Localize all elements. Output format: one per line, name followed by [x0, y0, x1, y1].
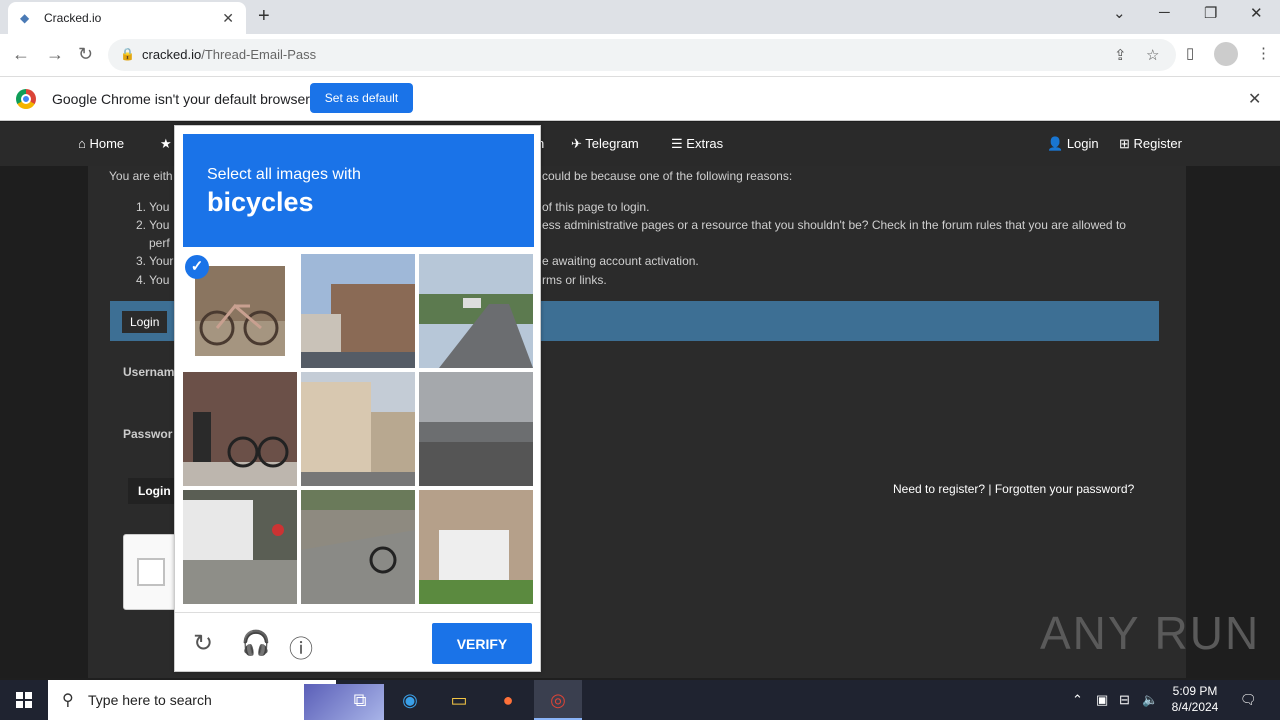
profile-avatar-icon[interactable] — [1214, 42, 1238, 66]
intro-text-left: You are eith — [109, 169, 173, 183]
info-icon[interactable]: ⓘ — [289, 629, 313, 664]
infobar-message: Google Chrome isn't your default browser — [52, 91, 310, 107]
audio-challenge-icon[interactable]: 🎧 — [241, 629, 271, 658]
file-explorer-icon[interactable]: ▭ — [445, 686, 473, 714]
intro-text-right: could be because one of the following re… — [542, 169, 793, 183]
browser-tab[interactable]: ◆ Cracked.io ✕ — [8, 2, 246, 34]
verify-button[interactable]: VERIFY — [432, 623, 532, 664]
reason-4-right: rms or links. — [542, 273, 607, 287]
nav-register[interactable]: ⊞ Register — [1119, 136, 1182, 152]
reload-icon[interactable]: ↻ — [78, 44, 93, 65]
chrome-taskbar-icon: ◎ — [550, 690, 566, 710]
search-icon: ⚲ — [62, 692, 74, 709]
windows-logo-icon — [16, 692, 32, 708]
recaptcha-checkbox[interactable] — [137, 558, 165, 586]
volume-icon[interactable]: 🔈 — [1142, 692, 1158, 708]
set-as-default-button[interactable]: Set as default — [310, 83, 413, 113]
nav-home[interactable]: ⌂ Home — [78, 136, 124, 151]
task-view-icon[interactable]: ⧉ — [346, 686, 374, 714]
password-label: Passwor — [123, 427, 173, 441]
reason-3-left: 3. Your — [136, 254, 174, 268]
captcha-target: bicycles — [207, 187, 314, 217]
anyrun-watermark: ANY RUN — [1040, 607, 1261, 659]
tray-overflow-icon[interactable]: ⌃ — [1072, 692, 1083, 708]
captcha-tile-6[interactable] — [419, 372, 533, 486]
captcha-challenge: Select all images with bicycles ✓ ↻ 🎧 ⓘ … — [174, 125, 541, 672]
network-icon[interactable]: ⊟ — [1119, 692, 1130, 708]
register-forgot-links[interactable]: Need to register? | Forgotten your passw… — [893, 482, 1134, 496]
captcha-tile-3[interactable] — [419, 254, 533, 368]
chrome-taskbar-button[interactable]: ◎ — [534, 680, 582, 720]
url-text: cracked.io/Thread-Email-Pass — [142, 47, 317, 62]
site-favicon-icon: ◆ — [20, 11, 30, 25]
device-icon[interactable]: ▣ — [1096, 692, 1108, 708]
captcha-tile-7[interactable] — [183, 490, 297, 604]
close-tab-icon[interactable]: ✕ — [222, 10, 234, 27]
reason-2-cont: perf — [149, 236, 170, 250]
captcha-tile-8[interactable] — [301, 490, 415, 604]
bookmark-star-icon[interactable]: ☆ — [1146, 46, 1159, 64]
close-window-icon[interactable]: ✕ — [1250, 4, 1263, 22]
selected-check-icon: ✓ — [185, 255, 209, 279]
new-tab-icon[interactable]: + — [258, 5, 270, 28]
reason-3-right: e awaiting account activation. — [542, 254, 699, 268]
reload-challenge-icon[interactable]: ↻ — [193, 629, 213, 658]
captcha-header: Select all images with bicycles — [183, 134, 534, 247]
captcha-tile-2[interactable] — [301, 254, 415, 368]
taskbar-search[interactable]: ⚲ Type here to search — [48, 680, 384, 720]
windows-taskbar: ⚲ Type here to search ⧉ ◉ ▭ ● ◎ ⌃ ▣ ⊟ 🔈 … — [0, 680, 1280, 720]
captcha-tile-9[interactable] — [419, 490, 533, 604]
tab-search-icon[interactable]: ⌄ — [1113, 4, 1126, 22]
close-infobar-icon[interactable]: ✕ — [1248, 89, 1261, 109]
navigation-bar: ← → ↻ 🔒 cracked.io/Thread-Email-Pass ⇪ ☆… — [0, 34, 1280, 77]
share-icon[interactable]: ⇪ — [1114, 46, 1127, 64]
reason-2-right: ess administrative pages or a resource t… — [542, 218, 1126, 232]
back-icon[interactable]: ← — [12, 44, 30, 65]
tab-title: Cracked.io — [44, 11, 102, 25]
address-bar[interactable]: 🔒 cracked.io/Thread-Email-Pass ⇪ ☆ — [108, 39, 1176, 71]
clock-time: 5:09 PM — [1172, 684, 1218, 698]
nav-telegram[interactable]: ✈ Telegram — [571, 136, 639, 152]
lock-icon[interactable]: 🔒 — [120, 47, 135, 61]
tab-strip: ◆ Cracked.io ✕ + ⌄ ─ ❐ ✕ — [0, 0, 1280, 34]
chrome-logo-icon — [16, 89, 36, 109]
login-tab[interactable]: Login — [122, 311, 168, 333]
clock-date: 8/4/2024 — [1171, 700, 1219, 714]
captcha-tile-5[interactable] — [301, 372, 415, 486]
minimize-icon[interactable]: ─ — [1159, 4, 1170, 21]
menu-kebab-icon[interactable]: ⋮ — [1256, 44, 1271, 62]
username-label: Usernam — [123, 365, 175, 379]
firefox-icon[interactable]: ● — [494, 686, 522, 714]
captcha-prompt: Select all images with — [207, 166, 361, 183]
side-panel-icon[interactable]: ▯ — [1186, 44, 1194, 62]
login-button[interactable]: Login — [128, 478, 181, 504]
captcha-tile-4[interactable] — [183, 372, 297, 486]
reason-4-left: 4. You — [136, 273, 170, 287]
restore-icon[interactable]: ❐ — [1204, 4, 1217, 22]
edge-icon[interactable]: ◉ — [396, 686, 424, 714]
notifications-icon[interactable]: 🗨 — [1240, 692, 1257, 708]
forward-icon[interactable]: → — [46, 44, 64, 65]
reason-1-left: 1. You — [136, 200, 170, 214]
nav-login[interactable]: 👤 Login — [1047, 136, 1099, 152]
reason-2-left: 2. You — [136, 218, 170, 232]
search-placeholder: Type here to search — [88, 692, 212, 708]
reason-1-right: of this page to login. — [542, 200, 650, 214]
default-browser-infobar: Google Chrome isn't your default browser… — [0, 77, 1280, 121]
captcha-image-grid — [183, 254, 534, 605]
system-clock[interactable]: 5:09 PM 8/4/2024 — [1168, 683, 1222, 715]
star-icon[interactable]: ★ — [160, 136, 172, 152]
start-button[interactable] — [0, 680, 48, 720]
captcha-footer: ↻ 🎧 ⓘ VERIFY — [175, 612, 540, 672]
nav-extras[interactable]: ☰ Extras — [671, 136, 723, 152]
